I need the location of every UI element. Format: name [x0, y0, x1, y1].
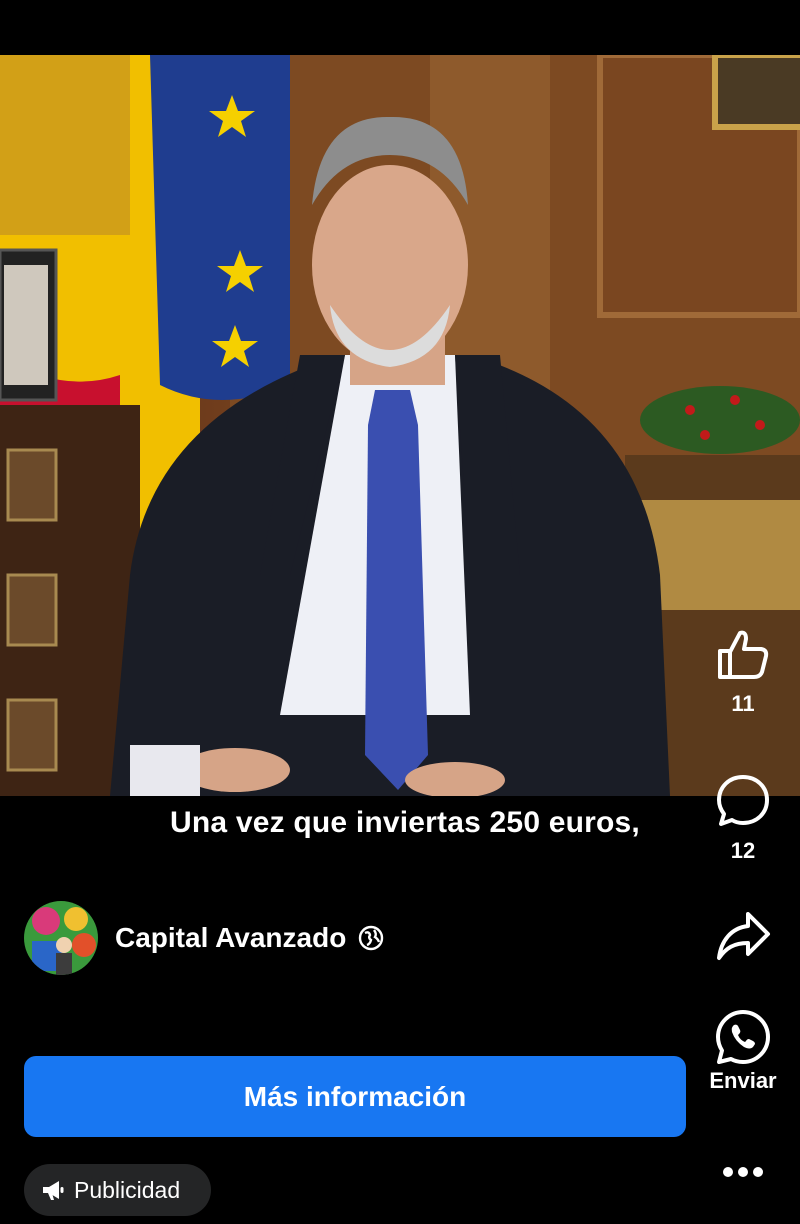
share-icon	[717, 912, 770, 960]
more-options-button[interactable]	[700, 1160, 786, 1184]
sponsored-label: Publicidad	[74, 1176, 181, 1203]
page-name[interactable]: Capital Avanzado	[115, 922, 346, 954]
whatsapp-send-button[interactable]: Enviar	[700, 1008, 786, 1094]
like-count: 11	[731, 691, 755, 716]
video-frame	[0, 55, 800, 796]
share-button[interactable]	[700, 906, 786, 964]
advertiser-row[interactable]: Capital Avanzado	[24, 901, 384, 975]
like-action[interactable]: 11	[700, 625, 786, 717]
comment-count: 12	[730, 838, 756, 863]
comment-icon	[717, 775, 769, 826]
megaphone-icon	[43, 1181, 64, 1200]
thumbs-up-icon	[718, 630, 769, 679]
more-info-button[interactable]: Más información	[24, 1056, 686, 1137]
more-icon	[723, 1167, 763, 1177]
comment-action[interactable]: 12	[700, 772, 786, 864]
globe-icon	[359, 925, 384, 951]
avatar[interactable]	[24, 901, 98, 975]
more-info-label: Más información	[243, 1080, 467, 1112]
whatsapp-label: Enviar	[709, 1068, 777, 1093]
video-caption: Una vez que inviertas 250 euros,	[0, 806, 800, 840]
caption-text: Una vez que inviertas 250 euros,	[170, 806, 640, 839]
video-player[interactable]	[0, 55, 800, 796]
sponsored-badge[interactable]: Publicidad	[24, 1164, 211, 1216]
whatsapp-icon	[716, 1010, 770, 1064]
